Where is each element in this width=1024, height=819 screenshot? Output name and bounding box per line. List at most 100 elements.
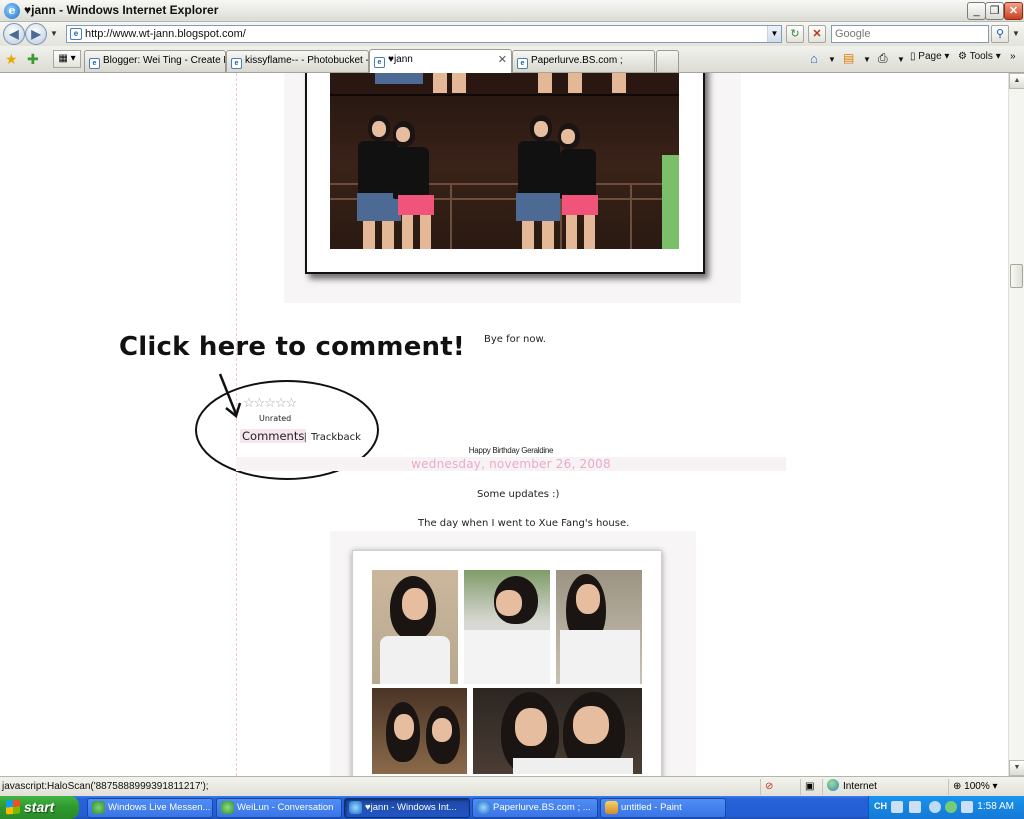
tab-label: ♥jann <box>388 54 413 65</box>
messenger-icon <box>92 801 105 814</box>
tab-blogger[interactable]: eBlogger: Wei Ting - Create Post <box>84 50 226 72</box>
taskbar-item-label: Windows Live Messen... <box>108 802 211 813</box>
scroll-up-icon[interactable]: ▲ <box>1009 73 1024 89</box>
protected-mode-icon[interactable]: ⊘ <box>760 779 798 795</box>
rating-stars[interactable]: ☆☆☆☆☆ <box>243 395 297 411</box>
tab-jann[interactable]: e ♥jann ✕ <box>369 49 512 73</box>
back-button[interactable]: ◀ <box>3 23 25 45</box>
forward-button[interactable]: ▶ <box>25 23 47 45</box>
restore-button[interactable]: ❐ <box>985 2 1004 20</box>
keyboard-icon[interactable] <box>891 801 903 813</box>
tab-photobucket[interactable]: e kissyflame-- - Photobucket - ... <box>226 50 369 72</box>
taskbar-item-ie-jann[interactable]: ♥jann - Windows Int... <box>344 798 470 818</box>
taskbar-item-label: untitled - Paint <box>621 802 682 813</box>
zoom-level: 100% <box>964 781 990 792</box>
post-photo-frame <box>305 73 705 274</box>
title-bar: e ♥jann - Windows Internet Explorer _ ❐ … <box>0 0 1024 22</box>
scroll-down-icon[interactable]: ▼ <box>1009 760 1024 776</box>
home-icon[interactable]: ⌂ <box>810 51 818 66</box>
rating-label: Unrated <box>259 414 292 423</box>
tools-menu-label: Tools <box>969 51 993 62</box>
search-input[interactable] <box>832 26 982 42</box>
post-text-line: The day when I went to Xue Fang's house. <box>418 518 630 529</box>
internet-zone-icon <box>827 779 839 791</box>
favorites-center-icon[interactable]: ★ <box>5 51 18 68</box>
zoom-control[interactable]: ⊕ 100% ▾ <box>948 779 1024 795</box>
close-button[interactable]: ✕ <box>1004 2 1023 20</box>
security-zone-label: Internet <box>843 781 877 792</box>
collage-photo <box>556 570 642 684</box>
language-indicator[interactable]: CH <box>874 801 887 811</box>
messenger-tray-icon[interactable] <box>945 801 957 813</box>
clock[interactable]: 1:58 AM <box>977 801 1014 812</box>
page-content: Bye for now. Click here to comment! ☆☆☆☆… <box>0 73 1008 776</box>
trackback-link[interactable]: Trackback <box>311 432 361 443</box>
quick-tabs-button[interactable]: ▦ ▾ <box>53 50 81 68</box>
taskbar-item-label: WeiLun - Conversation <box>237 802 334 813</box>
taskbar-item-paint[interactable]: untitled - Paint <box>600 798 726 818</box>
taskbar-item-ie-paperlurve[interactable]: Paperlurve.BS.com ; ... <box>472 798 598 818</box>
search-options-dropdown-icon[interactable]: ▼ <box>1012 29 1020 38</box>
page-menu[interactable]: ▯ Page ▾ <box>910 51 949 62</box>
address-url[interactable]: http://www.wt-jann.blogspot.com/ <box>85 28 246 40</box>
system-tray: CH 1:58 AM <box>868 796 1024 819</box>
taskbar-item-messenger[interactable]: Windows Live Messen... <box>87 798 213 818</box>
ime-icon[interactable] <box>909 801 921 813</box>
post-text-line: Some updates :) <box>477 489 560 500</box>
tab-page-icon: e <box>517 58 528 69</box>
collage-photo <box>372 570 458 684</box>
internet-explorer-icon[interactable]: e <box>4 3 20 19</box>
tab-page-icon: e <box>231 58 242 69</box>
tab-label: kissyflame-- - Photobucket - ... <box>245 55 369 66</box>
post-photo-collage <box>330 73 679 249</box>
conversation-icon <box>221 801 234 814</box>
add-to-favorites-icon[interactable]: ✚ <box>27 51 39 68</box>
vertical-scrollbar[interactable]: ▲ ▼ <box>1008 73 1024 776</box>
tab-page-icon: e <box>374 57 385 68</box>
link-separator: | <box>304 432 307 443</box>
new-tab-button[interactable] <box>656 50 679 72</box>
post-title[interactable]: Happy Birthday Geraldine <box>236 446 786 455</box>
search-button[interactable]: ⚲ <box>991 25 1009 43</box>
taskbar: start Windows Live Messen... WeiLun - Co… <box>0 796 1024 819</box>
print-icon[interactable]: ⎙ <box>878 51 888 66</box>
post-date: wednesday, november 26, 2008 <box>236 457 786 471</box>
home-dropdown-icon[interactable]: ▼ <box>828 55 836 64</box>
address-dropdown-icon[interactable]: ▼ <box>767 26 781 42</box>
internet-explorer-icon <box>477 801 490 814</box>
network-icon[interactable] <box>961 801 973 813</box>
taskbar-item-conversation[interactable]: WeiLun - Conversation <box>216 798 342 818</box>
security-zone[interactable]: Internet <box>822 779 946 795</box>
comments-link[interactable]: Comments <box>240 429 307 443</box>
stop-button[interactable]: ✕ <box>808 25 826 43</box>
taskbar-item-label: ♥jann - Windows Int... <box>365 802 457 813</box>
refresh-button[interactable]: ↻ <box>786 25 804 43</box>
collage-photo <box>473 688 642 774</box>
address-bar[interactable]: e http://www.wt-jann.blogspot.com/ ▼ <box>66 25 782 43</box>
tab-paperlurve[interactable]: e Paperlurve.BS.com ; <box>512 50 655 72</box>
tab-label: Blogger: Wei Ting - Create Post <box>103 55 225 66</box>
popup-blocker-icon[interactable]: ▣ <box>800 779 822 795</box>
address-toolbar: ◀ ▶ ▼ e http://www.wt-jann.blogspot.com/… <box>0 22 1024 46</box>
window-title: ♥jann - Windows Internet Explorer <box>24 3 219 17</box>
internet-explorer-icon <box>349 801 362 814</box>
scrollbar-thumb[interactable] <box>1010 264 1023 288</box>
tray-expand-icon[interactable] <box>929 801 941 813</box>
print-dropdown-icon[interactable]: ▼ <box>897 55 905 64</box>
recent-pages-dropdown-icon[interactable]: ▼ <box>50 29 58 38</box>
tools-menu[interactable]: ⚙ Tools ▾ <box>958 51 1001 62</box>
windows-logo-icon <box>6 799 20 815</box>
status-text: javascript:HaloScan('8875888999391811217… <box>2 781 209 792</box>
taskbar-item-label: Paperlurve.BS.com ; ... <box>493 802 591 813</box>
post-footer-text: Bye for now. <box>484 334 546 345</box>
start-label: start <box>24 799 55 815</box>
tab-label: Paperlurve.BS.com ; <box>531 55 623 66</box>
paint-icon <box>605 801 618 814</box>
tab-close-icon[interactable]: ✕ <box>498 50 507 70</box>
search-box[interactable] <box>831 25 989 43</box>
feeds-icon[interactable]: ▤ <box>843 51 854 65</box>
minimize-button[interactable]: _ <box>967 2 986 20</box>
start-button[interactable]: start <box>0 796 79 819</box>
feeds-dropdown-icon[interactable]: ▼ <box>863 55 871 64</box>
toolbar-overflow-icon[interactable]: » <box>1010 51 1016 62</box>
